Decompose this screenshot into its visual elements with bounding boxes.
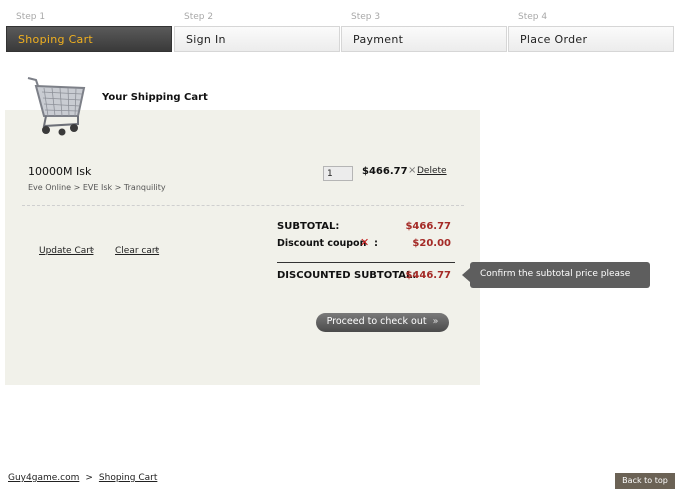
checkout-steps: Step 1 Shoping Cart Step 2 Sign In Step … (6, 10, 674, 54)
step-number: Step 3 (351, 12, 381, 22)
step-payment[interactable]: Step 3 Payment (341, 10, 507, 54)
breadcrumb-home-link[interactable]: Guy4game.com (8, 473, 79, 483)
quantity-input[interactable] (323, 166, 353, 181)
shopping-cart-icon (27, 77, 86, 136)
step-place-order[interactable]: Step 4 Place Order (508, 10, 674, 54)
breadcrumb-separator: > (85, 473, 93, 483)
subtotal-tooltip: Confirm the subtotal price please (462, 262, 650, 288)
update-cart-link[interactable]: Update Cart (39, 246, 93, 256)
step-number: Step 1 (16, 12, 46, 22)
delete-link[interactable]: Delete (417, 166, 447, 176)
breadcrumb: Guy4game.com > Shoping Cart (8, 473, 157, 483)
step-number: Step 2 (184, 12, 214, 22)
item-name: 10000M Isk (28, 165, 92, 178)
step-tab[interactable]: Sign In (174, 26, 340, 52)
chevron-right-icon: » (432, 316, 439, 327)
clear-cart-link[interactable]: Clear cart (115, 246, 159, 256)
summary-divider (277, 262, 455, 263)
discounted-subtotal-value: $446.77 (405, 270, 451, 281)
step-tab[interactable]: Payment (341, 26, 507, 52)
tooltip-text: Confirm the subtotal price please (480, 269, 631, 279)
divider (22, 205, 464, 206)
step-label: Place Order (520, 33, 588, 46)
subtotal-value: $466.77 (405, 221, 451, 232)
step-label: Sign In (186, 33, 226, 46)
item-category-path: Eve Online > EVE Isk > Tranquility (28, 183, 166, 192)
step-number: Step 4 (518, 12, 548, 22)
item-price: $466.77 (362, 166, 408, 177)
step-tab[interactable]: Place Order (508, 26, 674, 52)
checkout-label: Proceed to check out (326, 316, 427, 327)
proceed-checkout-button[interactable]: Proceed to check out » (316, 313, 449, 332)
step-label: Shoping Cart (18, 33, 94, 46)
back-to-top-button[interactable]: Back to top (615, 473, 675, 489)
step-label: Payment (353, 33, 404, 46)
cart-title: Your Shipping Cart (102, 92, 208, 103)
discount-coupon-label: Discount coupon (277, 238, 367, 249)
coupon-value: $20.00 (412, 238, 451, 249)
remove-coupon-icon[interactable]: ✕ (360, 236, 369, 249)
chevron-right-icon: » (154, 245, 160, 255)
step-sign-in[interactable]: Step 2 Sign In (174, 10, 340, 54)
chevron-right-icon: » (89, 245, 95, 255)
subtotal-label: SUBTOTAL: (277, 221, 340, 232)
delete-icon[interactable]: × (408, 165, 416, 176)
step-tab[interactable]: Shoping Cart (6, 26, 172, 52)
breadcrumb-current-link[interactable]: Shoping Cart (99, 473, 157, 483)
step-shopping-cart[interactable]: Step 1 Shoping Cart (6, 10, 172, 54)
